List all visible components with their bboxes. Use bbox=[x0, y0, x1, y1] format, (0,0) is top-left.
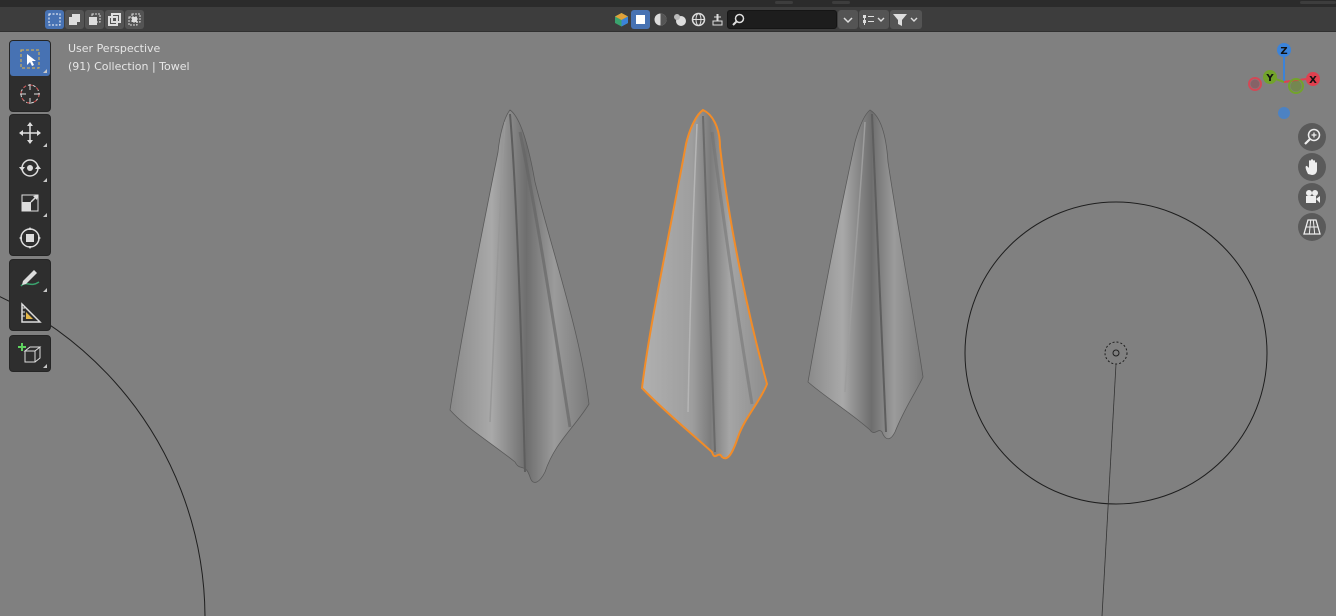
object-mode-button[interactable] bbox=[631, 10, 650, 29]
towel-left[interactable] bbox=[449, 109, 590, 483]
select-difference-icon bbox=[108, 13, 121, 26]
cursor-icon bbox=[20, 83, 40, 104]
scale-tool[interactable] bbox=[10, 185, 50, 220]
move-tool[interactable] bbox=[10, 115, 50, 150]
select-intersect-icon bbox=[128, 13, 141, 26]
gizmo-z-label: Z bbox=[1280, 46, 1287, 57]
scene-icon bbox=[614, 13, 628, 27]
pan-hand-icon bbox=[1305, 159, 1317, 175]
viewport-header bbox=[0, 7, 1336, 32]
toolbar-group-add bbox=[9, 335, 51, 372]
toolbar-group-transform bbox=[9, 114, 51, 256]
top-window-strip bbox=[0, 0, 1336, 7]
3d-viewport[interactable] bbox=[0, 32, 1336, 616]
rotate-tool[interactable] bbox=[10, 150, 50, 185]
transform-tool[interactable] bbox=[10, 220, 50, 255]
scale-icon bbox=[21, 194, 39, 211]
camera-view-button[interactable] bbox=[1298, 183, 1326, 211]
cursor-tool[interactable] bbox=[10, 76, 50, 111]
pan-button[interactable] bbox=[1298, 153, 1326, 181]
toolbar-group-select bbox=[9, 40, 51, 112]
select-extend-icon bbox=[69, 14, 80, 25]
annotate-icon bbox=[20, 269, 40, 287]
towel-right[interactable] bbox=[807, 109, 924, 440]
filter-icon bbox=[893, 13, 918, 26]
select-new-button[interactable] bbox=[45, 10, 64, 29]
sphere-icon bbox=[673, 14, 686, 26]
move-icon bbox=[19, 121, 41, 144]
display-mode-icon bbox=[863, 14, 885, 25]
rotate-icon bbox=[19, 158, 41, 177]
select-difference-button[interactable] bbox=[105, 10, 124, 29]
towel-center-selected[interactable] bbox=[640, 108, 769, 460]
select-box-icon bbox=[20, 49, 40, 68]
grid-icon bbox=[1303, 219, 1321, 235]
transform-icon bbox=[19, 226, 41, 249]
material-preview-button[interactable] bbox=[670, 10, 688, 29]
select-intersect-button[interactable] bbox=[125, 10, 144, 29]
shading-button[interactable] bbox=[651, 10, 669, 29]
gizmo-x-label: X bbox=[1309, 75, 1317, 86]
select-extend-button[interactable] bbox=[65, 10, 84, 29]
search-input[interactable] bbox=[746, 11, 834, 28]
object-mode-icon bbox=[636, 15, 645, 24]
shading-icon bbox=[654, 13, 666, 26]
measure-icon bbox=[21, 301, 42, 323]
navigation-gizmo[interactable]: Z Y X bbox=[1244, 42, 1324, 122]
select-subtract-icon bbox=[89, 13, 101, 25]
sculpt-icon bbox=[712, 14, 722, 26]
selection-mode-group bbox=[45, 10, 144, 29]
select-new-icon bbox=[48, 13, 61, 26]
gizmo-y-label: Y bbox=[1265, 73, 1274, 84]
light-object-right bbox=[964, 201, 1268, 616]
zoom-button[interactable] bbox=[1298, 123, 1326, 151]
rendered-button[interactable] bbox=[689, 10, 707, 29]
toolbar-group-annotate bbox=[9, 259, 51, 331]
search-icon bbox=[732, 13, 745, 26]
add-cube-tool[interactable] bbox=[10, 336, 50, 371]
scene-button[interactable] bbox=[612, 10, 630, 29]
search-dropdown-button[interactable] bbox=[838, 10, 858, 29]
filter-dropdown[interactable] bbox=[890, 10, 922, 29]
globe-icon bbox=[691, 12, 705, 27]
camera-icon bbox=[1306, 190, 1320, 203]
add-cube-icon bbox=[18, 342, 42, 362]
annotate-tool[interactable] bbox=[10, 260, 50, 295]
viewport-info: User Perspective (91) Collection | Towel bbox=[68, 40, 190, 76]
view-name: User Perspective bbox=[68, 42, 161, 55]
zoom-icon bbox=[1304, 128, 1321, 145]
sculpt-button[interactable] bbox=[708, 10, 726, 29]
select-subtract-button[interactable] bbox=[85, 10, 104, 29]
collection-info: (91) Collection | Towel bbox=[68, 60, 190, 73]
search-box bbox=[727, 10, 837, 29]
perspective-toggle-button[interactable] bbox=[1298, 213, 1326, 241]
measure-tool[interactable] bbox=[10, 295, 50, 330]
display-mode-dropdown[interactable] bbox=[859, 10, 889, 29]
chevron-down-icon bbox=[843, 16, 853, 23]
select-box-tool[interactable] bbox=[10, 41, 50, 76]
